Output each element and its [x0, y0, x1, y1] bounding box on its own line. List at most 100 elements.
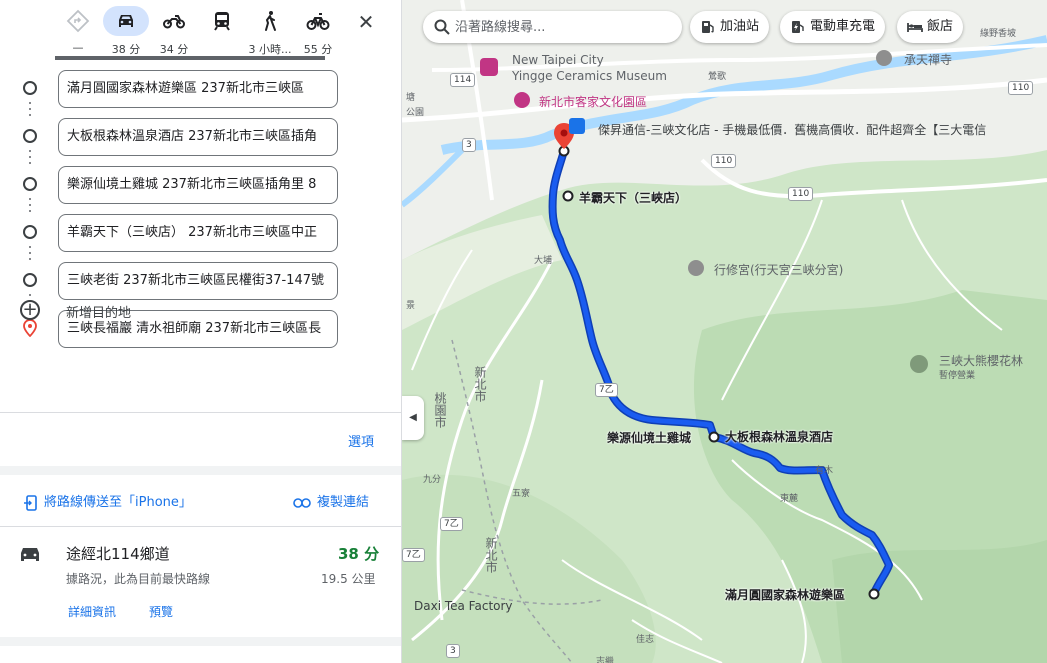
stop-input-5[interactable]: 三峽老街 237新北市三峽區民權街37-147號 — [58, 262, 338, 300]
route-duration: 38 分 — [338, 545, 380, 563]
options-button[interactable]: 選項 — [348, 431, 374, 450]
mode-bicycle-time: 55 分 — [303, 43, 333, 56]
mode-walk[interactable]: 3 小時... — [245, 6, 295, 56]
route-details-button[interactable]: 詳細資訊 — [68, 603, 116, 620]
copy-link-button[interactable]: 複製連結 — [293, 491, 369, 510]
place-label: 綠野香坡 — [980, 29, 1017, 39]
sakura-status: 暫停營業 — [939, 371, 976, 381]
daban-label[interactable]: 大板根森林溫泉酒店 — [725, 428, 833, 445]
tea-factory-label[interactable]: Daxi Tea Factory — [414, 599, 513, 613]
road-shield: 7乙 — [440, 517, 463, 531]
car-icon — [21, 548, 39, 561]
chengtian-poi-icon[interactable] — [876, 50, 892, 66]
travel-mode-bar: — 38 分 34 分 3 小時... 55 分 ✕ — [0, 0, 401, 62]
road-shield: 7乙 — [402, 548, 425, 562]
route-distance: 19.5 公里 — [321, 572, 376, 586]
museum-label-en1[interactable]: New Taipei City — [512, 53, 604, 67]
hotel-chip-label: 飯店 — [927, 19, 954, 34]
route-preview-button[interactable]: 預覽 — [149, 603, 173, 620]
gas-station-chip[interactable]: 加油站 — [690, 11, 770, 43]
stop-circle-icon — [23, 129, 37, 143]
send-to-phone-label: 將路線傳送至「iPhone」 — [44, 495, 192, 510]
road-shield: 3 — [462, 138, 476, 152]
stop-circle-icon — [23, 81, 37, 95]
train-icon — [199, 6, 245, 36]
stop-input-3[interactable]: 樂源仙境土雞城 237新北市三峽區插角里 8 — [58, 166, 338, 204]
directions-panel: — 38 分 34 分 3 小時... 55 分 ✕ 滿月圓國家森林遊樂區 23… — [0, 0, 402, 663]
loading-bar — [55, 56, 325, 60]
collapse-panel-button[interactable]: ◀ — [402, 396, 424, 440]
route-search-input[interactable] — [455, 17, 675, 37]
mode-motorcycle[interactable]: 34 分 — [149, 6, 199, 56]
temple-poi-icon[interactable] — [688, 260, 704, 276]
road-shield: 110 — [1008, 81, 1034, 95]
mode-bicycle[interactable]: 55 分 — [293, 6, 343, 56]
shopping-poi-icon[interactable] — [569, 118, 585, 134]
mode-car-time: 38 分 — [111, 43, 141, 56]
ev-charging-chip-label: 電動車充電 — [810, 19, 876, 34]
museum-label-en2[interactable]: Yingge Ceramics Museum — [512, 69, 667, 83]
place-label: 塘 — [406, 93, 416, 103]
place-label: 景 — [406, 301, 416, 311]
store-label[interactable]: 傑昇通信-三峽文化店 - 手機最低價．舊機高價收．配件超齊全【三大電信 — [598, 121, 986, 138]
place-label: 志繼 — [596, 657, 615, 663]
place-label: 東麓 — [780, 494, 799, 504]
close-icon: ✕ — [357, 10, 375, 34]
mode-car[interactable]: 38 分 — [101, 6, 151, 56]
maps-app: — 38 分 34 分 3 小時... 55 分 ✕ 滿月圓國家森林遊樂區 23… — [0, 0, 1047, 663]
route-title: 途經北114鄉道 — [66, 545, 170, 563]
hakka-park-label[interactable]: 新北市客家文化園區 — [539, 93, 647, 110]
stop-row-5: 三峽老街 237新北市三峽區民權街37-147號 — [0, 260, 401, 300]
add-icon: + — [20, 300, 40, 320]
car-icon — [103, 6, 149, 36]
hotel-chip[interactable]: 飯店 — [897, 11, 964, 43]
xingxiu-temple-label[interactable]: 行修宮(行天宮三峽分宮) — [714, 261, 843, 278]
place-label: 有木 — [815, 466, 834, 476]
add-destination-button[interactable]: + 新增目的地 — [18, 299, 378, 323]
road-shield: 3 — [446, 644, 460, 658]
bed-icon — [907, 23, 923, 32]
stop-input-1[interactable]: 滿月圓國家森林遊樂區 237新北市三峽區 — [58, 70, 338, 108]
send-to-phone-link[interactable]: 將路線傳送至「iPhone」 — [24, 491, 192, 511]
stop-input-4[interactable]: 羊霸天下（三峽店） 237新北市三峽區中正 — [58, 214, 338, 252]
road-shield: 114 — [450, 73, 476, 87]
place-label: 五寮 — [512, 489, 531, 499]
gas-station-icon — [702, 21, 714, 33]
close-directions-button[interactable]: ✕ — [352, 8, 380, 36]
stop-input-2[interactable]: 大板根森林溫泉酒店 237新北市三峽區插角 — [58, 118, 338, 156]
mode-best[interactable]: — — [53, 6, 103, 56]
ev-charging-icon — [792, 21, 804, 33]
stop-row-1: 滿月圓國家森林遊樂區 237新北市三峽區 — [0, 68, 401, 108]
place-label: 公園 — [406, 108, 425, 118]
leyuan-label[interactable]: 樂源仙境土雞城 — [607, 429, 691, 446]
yangba-label[interactable]: 羊霸天下（三峽店） — [579, 189, 687, 206]
museum-poi-icon[interactable] — [480, 58, 498, 76]
manyue-label[interactable]: 滿月圓國家森林遊樂區 — [725, 586, 845, 603]
divider — [0, 526, 401, 527]
sakura-label[interactable]: 三峽大熊櫻花林 — [939, 352, 1023, 369]
link-icon — [293, 497, 311, 508]
ev-charging-chip[interactable]: 電動車充電 — [780, 11, 886, 43]
copy-link-label: 複製連結 — [317, 495, 370, 510]
road-shield: 110 — [711, 154, 737, 168]
road-shield: 110 — [788, 187, 814, 201]
add-destination-label: 新增目的地 — [66, 306, 132, 321]
flower-poi-icon[interactable] — [910, 355, 928, 373]
gas-station-chip-label: 加油站 — [720, 19, 760, 34]
section-divider — [0, 637, 401, 646]
map-canvas[interactable]: 加油站 電動車充電 飯店 ◀ New Taipei City Yingge Ce… — [402, 0, 1047, 663]
route-search-box[interactable] — [423, 11, 682, 43]
place-label: 佳志 — [636, 635, 655, 645]
divider — [0, 412, 401, 413]
stop-row-3: 樂源仙境土雞城 237新北市三峽區插角里 8 — [0, 164, 401, 204]
region-label: 新北市 — [473, 366, 487, 402]
stop-row-2: 大板根森林溫泉酒店 237新北市三峽區插角 — [0, 116, 401, 156]
stop-circle-icon — [23, 273, 37, 287]
chengtian-label[interactable]: 承天禪寺 — [904, 51, 952, 68]
hakka-park-poi-icon[interactable] — [514, 92, 530, 108]
mode-walk-time: 3 小時... — [248, 43, 292, 56]
mode-transit[interactable] — [197, 6, 247, 56]
route-description: 據路況，此為目前最快路線 — [66, 572, 211, 586]
mode-motorcycle-time: 34 分 — [159, 43, 189, 56]
bicycle-icon — [295, 6, 341, 36]
